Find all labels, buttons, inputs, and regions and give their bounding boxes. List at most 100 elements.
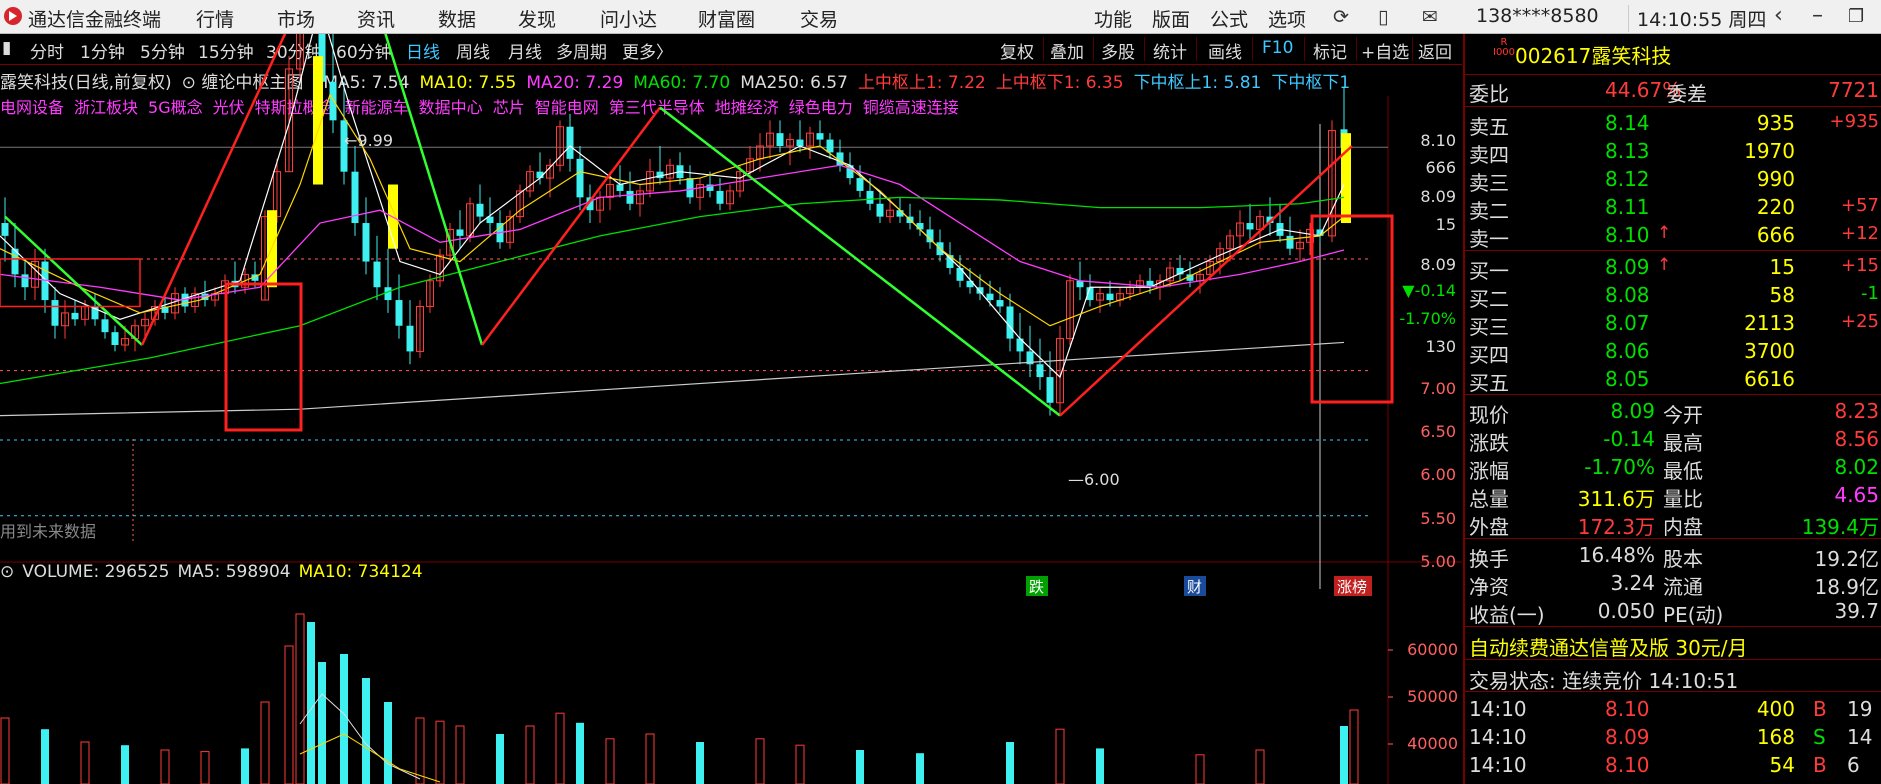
sell-label: 卖三 bbox=[1469, 171, 1509, 195]
price-axis-label: 6.00 bbox=[1420, 465, 1456, 484]
buy-volume: 3700 bbox=[1744, 339, 1795, 363]
price-axis-label: -1.70% bbox=[1399, 309, 1456, 328]
kline-panel[interactable]: ▮ 分时 1分钟 5分钟 15分钟 30分钟 60分钟 日线 周线 月线 多周期… bbox=[0, 34, 1462, 784]
candle-body-down bbox=[51, 300, 59, 326]
volume-bar-up bbox=[260, 701, 270, 784]
sell-change: +935 bbox=[1829, 111, 1879, 132]
tick-price: 8.10 bbox=[1605, 697, 1650, 721]
buy-volume: 58 bbox=[1769, 283, 1795, 307]
stat2-row-0: 换手 16.48% 股本 19.2亿 bbox=[1465, 541, 1881, 571]
volume-bar-up bbox=[0, 717, 10, 784]
sell-volume: 1970 bbox=[1744, 139, 1795, 163]
buy-label: 买三 bbox=[1469, 315, 1509, 339]
maximize-icon[interactable]: ❐ bbox=[1848, 6, 1864, 27]
menu-zixun[interactable]: 资讯 bbox=[357, 5, 395, 32]
volume-bar-up bbox=[160, 749, 170, 784]
trade-status: 交易状态: 连续竞价 14:10:51 bbox=[1469, 669, 1739, 693]
message-icon[interactable]: ✉ bbox=[1422, 6, 1438, 28]
menu-gongneng[interactable]: 功能 bbox=[1094, 5, 1132, 32]
refresh-icon[interactable]: ⟳ bbox=[1333, 6, 1349, 28]
stat-label: 股本 bbox=[1663, 547, 1703, 571]
stock-header: R I000 002617露笑科技 bbox=[1465, 34, 1881, 75]
volume-bar-up bbox=[455, 725, 465, 784]
volume-settings-icon[interactable]: ⊙ bbox=[0, 562, 14, 582]
volume-bar-down bbox=[496, 734, 504, 784]
sell-price: 8.11 bbox=[1605, 195, 1650, 219]
app-logo-icon bbox=[4, 7, 22, 25]
candle-body-down bbox=[1036, 364, 1044, 378]
volume-bar-down bbox=[856, 750, 864, 784]
candle-body-down bbox=[776, 133, 784, 146]
stat-value: 172.3万 bbox=[1577, 515, 1655, 539]
stat-value: 3.24 bbox=[1610, 571, 1655, 595]
minimize-icon[interactable]: – bbox=[1812, 3, 1823, 28]
phone-icon[interactable]: ▯ bbox=[1378, 6, 1388, 28]
buy-level-5: 买五 8.05 6616 bbox=[1465, 365, 1881, 395]
stat-row-2: 涨幅 -1.70% 最低 8.02 bbox=[1465, 453, 1881, 483]
menu-faxian[interactable]: 发现 bbox=[518, 5, 556, 32]
sell-label: 卖二 bbox=[1469, 199, 1509, 223]
volume-bar-up bbox=[295, 613, 305, 784]
volume-axis-label: 50000 bbox=[1407, 687, 1458, 706]
stat-value: 139.4万 bbox=[1801, 515, 1879, 539]
clock: 14:10:55 周四 bbox=[1628, 5, 1766, 32]
r-badge: R I000 bbox=[1493, 37, 1516, 58]
back-icon[interactable]: ‹ bbox=[1774, 3, 1783, 28]
sell-price: 8.13 bbox=[1605, 139, 1650, 163]
stat-value: 8.02 bbox=[1834, 455, 1879, 479]
stat-label: 现价 bbox=[1469, 403, 1509, 427]
volume-bar-down bbox=[41, 729, 49, 784]
stat-value: -1.70% bbox=[1584, 455, 1655, 479]
menu-wenxiaoda[interactable]: 问小达 bbox=[600, 5, 657, 32]
menu-shichang[interactable]: 市场 bbox=[277, 5, 315, 32]
volume-bar-up bbox=[80, 741, 90, 784]
stock-code-name[interactable]: 002617露笑科技 bbox=[1515, 40, 1671, 69]
menu-xuanxiang[interactable]: 选项 bbox=[1268, 5, 1306, 32]
weicha-label: 委差 bbox=[1667, 82, 1707, 106]
kline-chart[interactable]: ←9.99 —6.00 跌 财 涨榜 8.10 666 8.09 15 8.09 ▼-0.14 -1.… bbox=[0, 34, 1462, 784]
menu-gongshi[interactable]: 公式 bbox=[1210, 5, 1248, 32]
volume-bar-up bbox=[605, 738, 615, 784]
buy-price: 8.06 bbox=[1605, 339, 1650, 363]
zigzag-up bbox=[1059, 145, 1353, 417]
menu-shuju[interactable]: 数据 bbox=[438, 5, 476, 32]
tick-time: 14:10 bbox=[1469, 725, 1527, 749]
candle-body-down bbox=[816, 133, 824, 140]
price-axis-label: 6.50 bbox=[1420, 422, 1456, 441]
sell-volume: 990 bbox=[1756, 167, 1795, 191]
trade-status-row: 交易状态: 连续竞价 14:10:51 bbox=[1465, 663, 1881, 693]
event-tag: 跌 bbox=[1029, 578, 1044, 596]
promo-link[interactable]: 自动续费通达信普及版 30元/月 bbox=[1469, 632, 1748, 661]
tick-count: 6 bbox=[1847, 753, 1860, 777]
menu-hangqing[interactable]: 行情 bbox=[196, 5, 234, 32]
user-account[interactable]: 138****8580 bbox=[1476, 5, 1599, 27]
candle-body-down bbox=[896, 210, 904, 217]
buy-label: 买五 bbox=[1469, 371, 1509, 395]
stat-value: 18.9亿 bbox=[1814, 575, 1879, 599]
tick-price: 8.09 bbox=[1605, 725, 1650, 749]
price-axis-label: 8.10 bbox=[1420, 131, 1456, 150]
tick-time: 14:10 bbox=[1469, 753, 1527, 777]
tick-side: B bbox=[1813, 753, 1827, 777]
buy-change: +15 bbox=[1841, 255, 1879, 276]
candle-body-down bbox=[373, 261, 381, 288]
volume-bar-up bbox=[795, 744, 805, 784]
stat-label: 量比 bbox=[1663, 487, 1703, 511]
price-axis-label: 130 bbox=[1425, 337, 1456, 356]
tick-side: B bbox=[1813, 697, 1827, 721]
stat-label: 换手 bbox=[1469, 547, 1509, 571]
price-axis-label: 7.00 bbox=[1420, 379, 1456, 398]
candle-body-down bbox=[626, 190, 634, 204]
volume-axis-label: 40000 bbox=[1407, 734, 1458, 753]
candle-body-down bbox=[1046, 377, 1054, 403]
tick-row: 14:10 8.09 168 S 14 bbox=[1465, 723, 1881, 751]
candle-body-down bbox=[876, 203, 884, 217]
candle-body-down bbox=[986, 293, 994, 301]
menu-caifuquan[interactable]: 财富圈 bbox=[698, 5, 755, 32]
menu-jiaoyi[interactable]: 交易 bbox=[800, 5, 838, 32]
menu-banmian[interactable]: 版面 bbox=[1152, 5, 1190, 32]
candle-body-down bbox=[916, 223, 924, 230]
sell-label: 卖五 bbox=[1469, 115, 1509, 139]
sell-volume: 666 bbox=[1756, 223, 1795, 247]
sell-change: +57 bbox=[1841, 195, 1879, 216]
